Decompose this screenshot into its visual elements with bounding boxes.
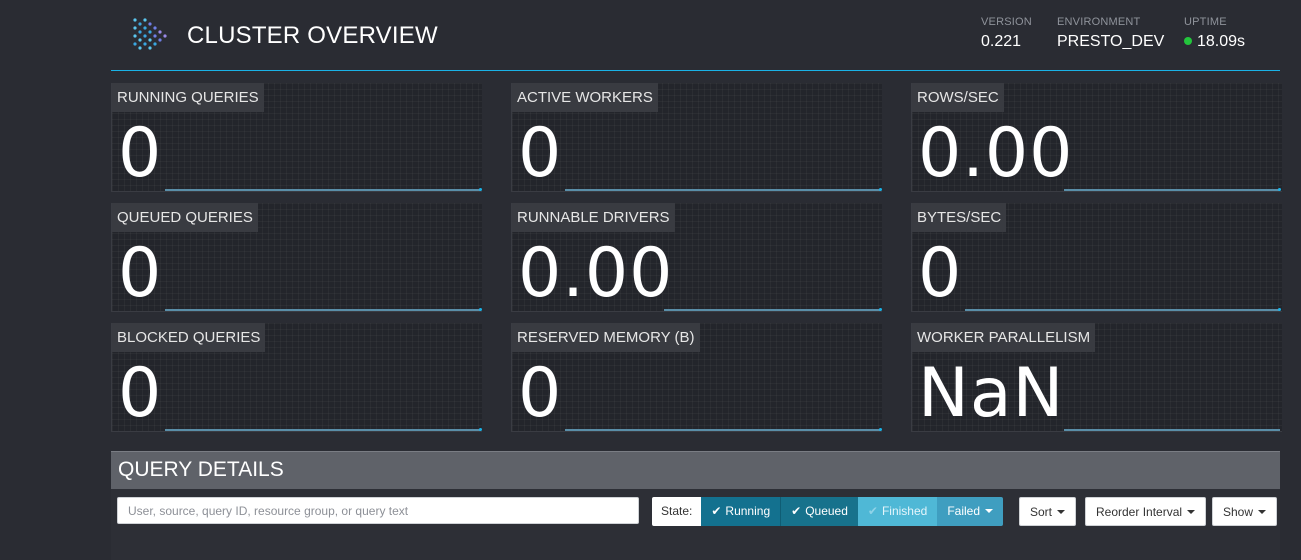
check-icon: ✔ bbox=[791, 504, 802, 518]
stat-worker-parallelism: WORKER PARALLELISM NaN bbox=[911, 323, 1282, 432]
sparkline bbox=[165, 189, 481, 191]
chevron-down-icon bbox=[1187, 510, 1196, 514]
sparkline-end-dot bbox=[479, 188, 482, 191]
stat-value: 0 bbox=[118, 234, 163, 313]
filter-failed-dropdown[interactable]: Failed bbox=[937, 497, 1003, 526]
chevron-down-icon bbox=[985, 509, 993, 513]
stat-runnable-drivers: RUNNABLE DRIVERS 0.00 bbox=[511, 203, 882, 312]
uptime-info: UPTIME 18.09s bbox=[1184, 16, 1245, 51]
chevron-down-icon bbox=[1258, 510, 1267, 514]
stat-label: BLOCKED QUERIES bbox=[112, 323, 266, 352]
sort-label: Sort bbox=[1030, 505, 1053, 519]
sparkline-end-dot bbox=[479, 308, 482, 311]
version-label: VERSION bbox=[981, 16, 1032, 28]
stat-value: 0 bbox=[918, 234, 963, 313]
query-search-input[interactable] bbox=[117, 497, 639, 524]
filter-queued-label: Queued bbox=[805, 504, 848, 518]
state-filter-group: State: ✔ Running ✔ Queued ✔ Finished Failed bbox=[652, 497, 1003, 526]
stat-reserved-memory: RESERVED MEMORY (B) 0 bbox=[511, 323, 882, 432]
stat-queued-queries: QUEUED QUERIES 0 bbox=[111, 203, 482, 312]
sparkline bbox=[965, 309, 1280, 311]
stat-label: QUEUED QUERIES bbox=[112, 203, 258, 232]
environment-info: ENVIRONMENT PRESTO_DEV bbox=[1057, 16, 1164, 51]
cluster-header: CLUSTER OVERVIEW VERSION 0.221 ENVIRONME… bbox=[111, 0, 1280, 71]
filter-finished-label: Finished bbox=[881, 504, 928, 518]
filter-failed-label: Failed bbox=[947, 504, 980, 518]
sparkline-end-dot bbox=[1278, 308, 1281, 311]
presto-logo-icon[interactable] bbox=[131, 17, 173, 53]
sparkline-end-dot bbox=[1278, 188, 1281, 191]
sparkline bbox=[1064, 429, 1280, 431]
version-value: 0.221 bbox=[981, 33, 1022, 50]
reorder-interval-dropdown[interactable]: Reorder Interval bbox=[1085, 497, 1207, 526]
stat-value: 0 bbox=[518, 114, 563, 193]
stat-value: 0 bbox=[518, 354, 563, 433]
stat-value: 0.00 bbox=[518, 234, 674, 313]
stat-running-queries: RUNNING QUERIES 0 bbox=[111, 83, 482, 192]
version-info: VERSION 0.221 bbox=[981, 16, 1032, 51]
stat-label: RUNNABLE DRIVERS bbox=[512, 203, 675, 232]
stat-rows-sec: ROWS/SEC 0.00 bbox=[911, 83, 1282, 192]
sparkline bbox=[1064, 189, 1280, 191]
sparkline-end-dot bbox=[879, 308, 882, 311]
sparkline bbox=[565, 429, 881, 431]
sparkline bbox=[165, 429, 481, 431]
page-title: CLUSTER OVERVIEW bbox=[187, 22, 438, 49]
stat-value: 0 bbox=[118, 354, 163, 433]
query-details-header: QUERY DETAILS bbox=[111, 451, 1280, 490]
filter-running-button[interactable]: ✔ Running bbox=[701, 497, 781, 526]
reorder-interval-label: Reorder Interval bbox=[1096, 505, 1183, 519]
sparkline-end-dot bbox=[479, 428, 482, 431]
environment-value: PRESTO_DEV bbox=[1057, 33, 1165, 50]
status-indicator-icon bbox=[1184, 37, 1192, 45]
check-icon: ✔ bbox=[867, 504, 878, 518]
query-details-title: QUERY DETAILS bbox=[118, 458, 284, 481]
stat-active-workers: ACTIVE WORKERS 0 bbox=[511, 83, 882, 192]
filter-running-label: Running bbox=[725, 504, 771, 518]
stat-label: RUNNING QUERIES bbox=[112, 83, 264, 112]
sparkline-end-dot bbox=[879, 188, 882, 191]
stat-value: 0 bbox=[118, 114, 163, 193]
sort-dropdown[interactable]: Sort bbox=[1019, 497, 1077, 526]
sparkline bbox=[565, 189, 881, 191]
environment-label: ENVIRONMENT bbox=[1057, 16, 1141, 28]
stat-label: ROWS/SEC bbox=[912, 83, 1004, 112]
stat-value: NaN bbox=[918, 354, 1065, 433]
filter-queued-button[interactable]: ✔ Queued bbox=[780, 497, 858, 526]
chevron-down-icon bbox=[1057, 510, 1066, 514]
stat-value: 0.00 bbox=[918, 114, 1074, 193]
show-label: Show bbox=[1223, 505, 1254, 519]
show-dropdown[interactable]: Show bbox=[1212, 497, 1278, 526]
check-icon: ✔ bbox=[711, 504, 722, 518]
filter-finished-button[interactable]: ✔ Finished bbox=[857, 497, 938, 526]
stat-label: ACTIVE WORKERS bbox=[512, 83, 658, 112]
uptime-label: UPTIME bbox=[1184, 16, 1227, 28]
stat-bytes-sec: BYTES/SEC 0 bbox=[911, 203, 1282, 312]
stat-label: RESERVED MEMORY (B) bbox=[512, 323, 700, 352]
stat-blocked-queries: BLOCKED QUERIES 0 bbox=[111, 323, 482, 432]
sparkline bbox=[165, 309, 481, 311]
stat-label: BYTES/SEC bbox=[912, 203, 1007, 232]
sparkline bbox=[664, 309, 881, 311]
uptime-value: 18.09s bbox=[1197, 33, 1246, 50]
stat-label: WORKER PARALLELISM bbox=[912, 323, 1096, 352]
sparkline-end-dot bbox=[879, 428, 882, 431]
state-label: State: bbox=[652, 497, 702, 526]
